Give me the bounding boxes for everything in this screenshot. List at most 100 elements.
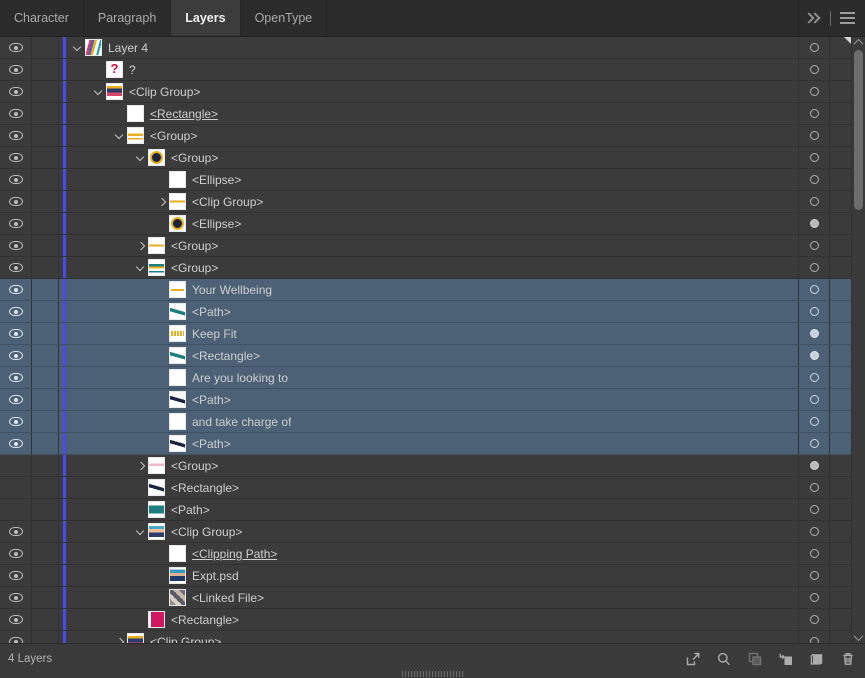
lock-toggle[interactable]	[32, 323, 59, 344]
target-circle-icon[interactable]	[810, 263, 819, 272]
target-circle-icon[interactable]	[810, 197, 819, 206]
lock-toggle[interactable]	[32, 235, 59, 256]
target-circle-icon[interactable]	[810, 131, 819, 140]
disclosure-right-icon[interactable]	[134, 239, 147, 252]
lock-toggle[interactable]	[32, 81, 59, 102]
layer-row[interactable]: Your Wellbeing	[0, 279, 852, 301]
scroll-up-arrow[interactable]	[852, 37, 865, 48]
scrollbar-thumb[interactable]	[854, 50, 863, 210]
target-column[interactable]	[798, 191, 829, 212]
target-column[interactable]	[798, 125, 829, 146]
layer-name-cell[interactable]: <Ellipse>	[69, 213, 798, 234]
visibility-toggle[interactable]	[0, 389, 32, 410]
layer-row[interactable]: <Group>	[0, 235, 852, 257]
disclosure-down-icon[interactable]	[92, 85, 105, 98]
create-new-sublayer-icon[interactable]	[778, 651, 794, 667]
layer-name-cell[interactable]: <Linked File>	[69, 587, 798, 608]
release-to-layers-icon[interactable]	[685, 651, 701, 667]
lock-toggle[interactable]	[32, 565, 59, 586]
target-column[interactable]	[798, 301, 829, 322]
layer-name-cell[interactable]: <Group>	[69, 257, 798, 278]
vertical-scrollbar[interactable]	[851, 37, 865, 643]
layer-row[interactable]: <Path>	[0, 433, 852, 455]
lock-toggle[interactable]	[32, 455, 59, 476]
layer-name-cell[interactable]: <Clip Group>	[69, 191, 798, 212]
target-column[interactable]	[798, 609, 829, 630]
target-column[interactable]	[798, 543, 829, 564]
visibility-toggle[interactable]	[0, 191, 32, 212]
tab-opentype[interactable]: OpenType	[241, 0, 328, 36]
layer-name-cell[interactable]: <Clipping Path>	[69, 543, 798, 564]
layer-row[interactable]: <Clip Group>	[0, 191, 852, 213]
visibility-toggle[interactable]	[0, 103, 32, 124]
layer-name-cell[interactable]: <Group>	[69, 125, 798, 146]
visibility-toggle[interactable]	[0, 81, 32, 102]
locate-object-icon[interactable]	[716, 651, 732, 667]
target-column[interactable]	[798, 631, 829, 643]
target-circle-icon[interactable]	[810, 417, 819, 426]
layer-name-cell[interactable]: Are you looking to	[69, 367, 798, 388]
tab-character[interactable]: Character	[0, 0, 84, 36]
layer-row[interactable]: and take charge of	[0, 411, 852, 433]
scroll-down-arrow[interactable]	[852, 632, 865, 643]
lock-toggle[interactable]	[32, 213, 59, 234]
layer-row[interactable]: <Clipping Path>	[0, 543, 852, 565]
layer-row[interactable]: <Group>	[0, 125, 852, 147]
layer-name-cell[interactable]: <Group>	[69, 455, 798, 476]
layer-row[interactable]: <Path>	[0, 389, 852, 411]
lock-toggle[interactable]	[32, 367, 59, 388]
disclosure-down-icon[interactable]	[71, 41, 84, 54]
lock-toggle[interactable]	[32, 125, 59, 146]
layer-name-cell[interactable]: <Clip Group>	[69, 81, 798, 102]
layer-name-cell[interactable]: and take charge of	[69, 411, 798, 432]
layer-row[interactable]: <Rectangle>	[0, 609, 852, 631]
lock-toggle[interactable]	[32, 631, 59, 643]
panel-menu-icon[interactable]	[840, 12, 855, 24]
disclosure-down-icon[interactable]	[113, 129, 126, 142]
layer-name-cell[interactable]: <Path>	[69, 433, 798, 454]
lock-toggle[interactable]	[32, 37, 59, 58]
layer-row[interactable]: <Path>	[0, 301, 852, 323]
layer-row[interactable]: <Group>	[0, 257, 852, 279]
visibility-toggle[interactable]	[0, 147, 32, 168]
visibility-toggle[interactable]	[0, 169, 32, 190]
target-circle-icon[interactable]	[810, 241, 819, 250]
resize-grip[interactable]	[402, 671, 464, 677]
target-column[interactable]	[798, 367, 829, 388]
target-column[interactable]	[798, 521, 829, 542]
layer-row[interactable]: ??	[0, 59, 852, 81]
target-column[interactable]	[798, 587, 829, 608]
visibility-toggle[interactable]	[0, 631, 32, 643]
lock-toggle[interactable]	[32, 521, 59, 542]
visibility-toggle[interactable]	[0, 257, 32, 278]
layer-row[interactable]: Layer 4	[0, 37, 852, 59]
visibility-toggle[interactable]	[0, 521, 32, 542]
layer-name-cell[interactable]: Layer 4	[69, 37, 798, 58]
lock-toggle[interactable]	[32, 191, 59, 212]
layer-name-cell[interactable]: <Group>	[69, 235, 798, 256]
create-new-layer-icon[interactable]	[809, 651, 825, 667]
tab-paragraph[interactable]: Paragraph	[84, 0, 171, 36]
target-circle-icon[interactable]	[810, 483, 819, 492]
target-column[interactable]	[798, 389, 829, 410]
layer-name-cell[interactable]: <Rectangle>	[69, 609, 798, 630]
target-circle-icon[interactable]	[810, 329, 819, 338]
layer-name-cell[interactable]: Keep Fit	[69, 323, 798, 344]
lock-toggle[interactable]	[32, 59, 59, 80]
lock-toggle[interactable]	[32, 499, 59, 520]
target-column[interactable]	[798, 345, 829, 366]
visibility-toggle[interactable]	[0, 411, 32, 432]
disclosure-down-icon[interactable]	[134, 261, 147, 274]
layer-row[interactable]: <Rectangle>	[0, 477, 852, 499]
target-circle-icon[interactable]	[810, 351, 819, 360]
visibility-toggle[interactable]	[0, 345, 32, 366]
lock-toggle[interactable]	[32, 433, 59, 454]
target-column[interactable]	[798, 477, 829, 498]
visibility-toggle[interactable]	[0, 279, 32, 300]
lock-toggle[interactable]	[32, 389, 59, 410]
target-column[interactable]	[798, 257, 829, 278]
target-circle-icon[interactable]	[810, 87, 819, 96]
disclosure-down-icon[interactable]	[134, 525, 147, 538]
visibility-toggle[interactable]	[0, 213, 32, 234]
target-column[interactable]	[798, 59, 829, 80]
